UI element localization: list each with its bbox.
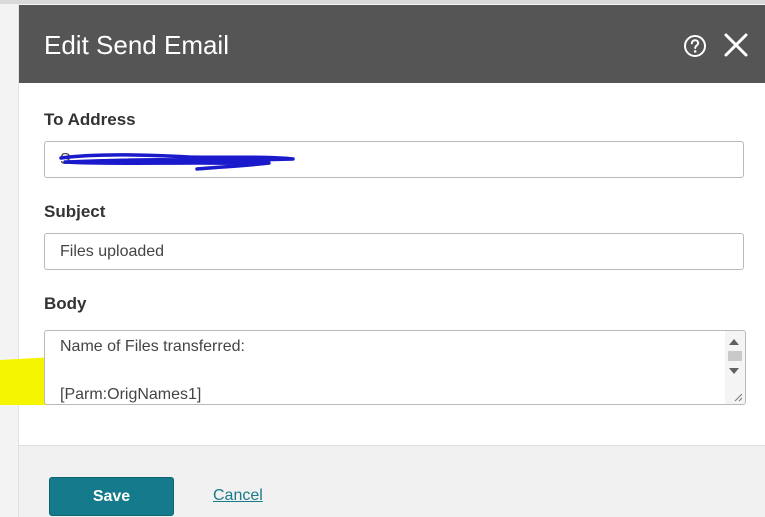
subject-label: Subject — [44, 202, 106, 221]
subject-input[interactable] — [44, 233, 744, 270]
body-label: Body — [44, 294, 87, 313]
scroll-down-icon[interactable] — [729, 368, 739, 374]
close-icon — [724, 33, 748, 57]
edit-send-email-dialog: Edit Send Email To Address Subject Body — [0, 5, 765, 517]
help-button[interactable] — [683, 34, 707, 58]
window-top-border — [0, 0, 765, 4]
scroll-up-icon[interactable] — [729, 339, 739, 345]
save-button[interactable]: Save — [49, 477, 174, 516]
redaction-scribble — [59, 153, 295, 171]
dialog-header: Edit Send Email — [19, 5, 765, 83]
dialog-body: To Address Subject Body Name of Files tr… — [0, 83, 765, 445]
cancel-link[interactable]: Cancel — [213, 487, 263, 505]
body-textarea-container: Name of Files transferred: [Parm:OrigNam… — [44, 330, 746, 405]
close-button[interactable] — [723, 32, 749, 58]
question-circle-icon — [684, 35, 706, 57]
background-panel — [0, 4, 19, 517]
scroll-thumb[interactable] — [728, 351, 742, 361]
dialog-footer: Save Cancel — [19, 445, 765, 517]
body-textarea[interactable]: Name of Files transferred: [Parm:OrigNam… — [45, 331, 725, 404]
dialog-title: Edit Send Email — [44, 30, 229, 60]
to-address-label: To Address — [44, 110, 136, 129]
resize-grip-icon[interactable] — [733, 392, 743, 402]
